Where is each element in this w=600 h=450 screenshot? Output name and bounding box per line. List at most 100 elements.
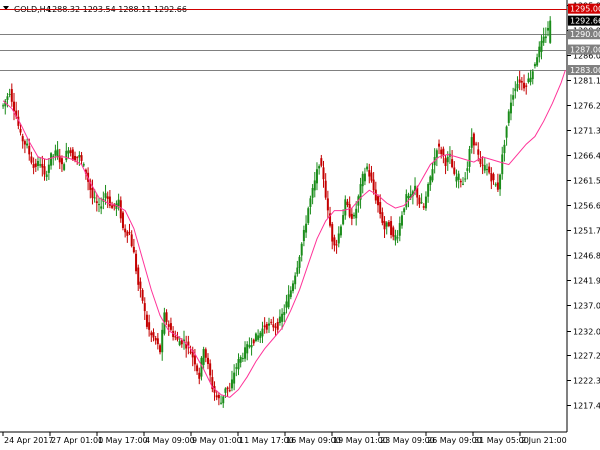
candle-body [311,187,314,198]
candle-body [167,324,170,327]
candle-body [468,149,471,167]
candle-body [63,164,66,170]
candle-body [268,323,271,326]
candle-body [23,141,26,145]
candle-body [464,178,467,180]
candle-body [381,212,384,223]
candle-body [128,232,131,234]
candle-body [453,167,456,174]
candle-body [481,164,484,166]
candle [307,206,310,225]
candle-body [60,158,63,165]
y-tick-label: 1276.20 [573,102,600,111]
candle-body [305,223,308,233]
candle-body [438,143,441,147]
candle-body [117,199,120,207]
candle-body [520,81,523,83]
candle-body [19,128,22,133]
candle-body [418,197,421,205]
candle-body [542,36,545,43]
candle-body [326,198,329,211]
current-price-badge-text: 1292.66 [570,17,600,26]
price-chart[interactable]: GOLD,H4 1288.32 1293.54 1288.11 1292.66 … [0,0,600,450]
candle-body [322,167,325,180]
candle-body [385,222,388,227]
candle-body [39,164,42,166]
candle-body [440,149,443,155]
candle-body [422,206,425,208]
candle-body [344,199,347,216]
candle-body [257,335,260,340]
candle-body [104,193,107,198]
candle-body [254,333,257,341]
candle-body [455,176,458,182]
candle-body [499,174,502,190]
candle-body [289,290,292,297]
candle-body [65,150,68,161]
y-tick-label: 1217.40 [573,402,600,411]
candle-body [130,234,133,247]
candle-body [392,227,395,237]
candle-body [56,149,59,157]
candle-body [215,395,218,398]
candle-body [318,166,321,169]
candle-body [536,57,539,66]
y-tick-label: 1237.00 [573,302,600,311]
candle-body [475,143,478,145]
candle-body [346,201,349,206]
candle-body [523,82,526,89]
candle-body [270,321,273,323]
candle-body [376,196,379,206]
candle-body [28,145,31,155]
candle-body [82,164,85,166]
level-badge-2-text: 1287.00 [570,46,600,55]
candle-body [263,325,266,328]
candle-body [518,79,521,83]
candle-body [10,89,13,102]
candle-body [538,46,541,58]
y-tick-label: 1281.10 [573,77,600,86]
level-badge-3: 1283.00 [568,65,600,76]
candle-body [30,156,33,163]
x-tick-label: 2 Jun 21:00 [521,436,567,445]
candle-body [420,202,423,204]
y-tick-label: 1246.80 [573,252,600,261]
candle-body [34,163,37,167]
candle-body [390,221,393,235]
candle-body [224,388,227,393]
level-badge-0: 1295.00 [568,3,600,14]
candle-body [372,179,375,191]
candle-body [488,166,491,173]
candle-body [220,402,223,404]
candle-body [405,194,408,208]
level-badge-0-text: 1295.00 [570,5,600,14]
candle-body [283,312,286,315]
candle-body [507,111,510,123]
candle-body [396,237,399,239]
candle-body [492,174,495,181]
candle-body [320,158,323,166]
y-tick-label: 1261.50 [573,177,600,186]
candle-body [206,357,209,364]
level-badge-2: 1287.00 [568,44,600,55]
candle-body [300,243,303,256]
current-price-badge: 1292.66 [568,15,600,26]
candle-body [32,164,35,168]
candle-body [291,283,294,292]
candle-body [272,324,275,328]
candle-body [363,173,366,182]
candle-body [52,155,55,157]
candle-body [261,328,264,337]
candle-body [459,180,462,183]
candle-body [496,182,499,190]
candle-body [150,332,153,336]
candle-body [477,149,480,155]
candle-body [296,267,299,275]
candle-body [12,101,15,112]
candle-body [8,93,11,95]
candle-body [196,365,199,372]
candle-body [111,205,114,208]
candle-body [337,233,340,244]
candle-body [485,169,488,171]
candle-body [95,201,98,204]
